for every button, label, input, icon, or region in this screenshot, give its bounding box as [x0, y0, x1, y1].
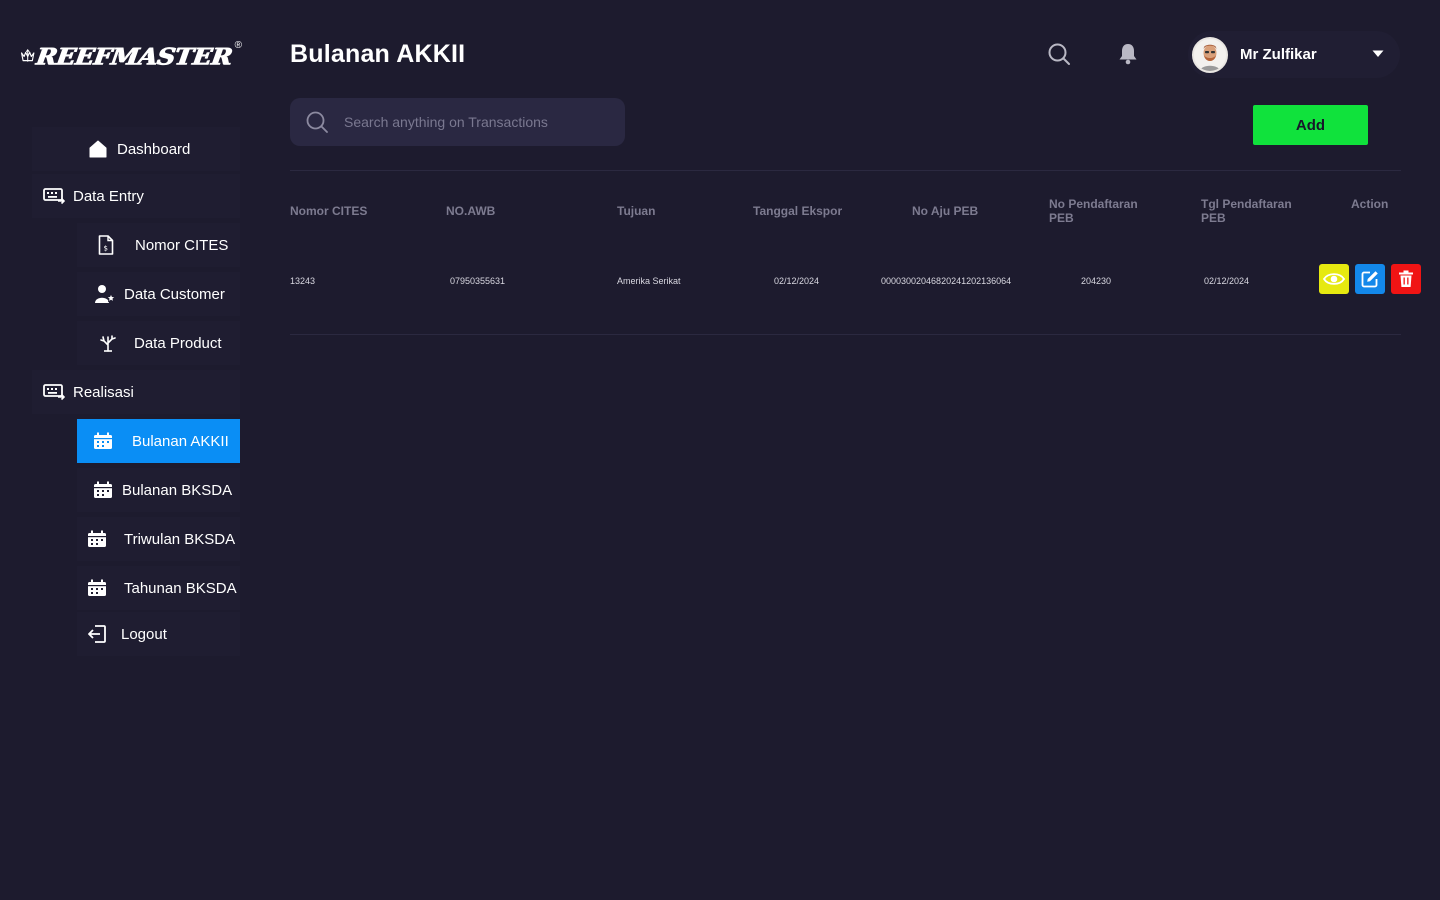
- brand-name: REEFMASTER: [35, 42, 235, 70]
- sidebar-item-label: Dashboard: [117, 140, 191, 158]
- keyboard-icon: [43, 185, 65, 207]
- sidebar-item-data-entry[interactable]: Data Entry: [32, 174, 240, 218]
- sidebar-item-data-customer[interactable]: Data Customer: [77, 272, 240, 316]
- edit-button[interactable]: [1355, 264, 1385, 294]
- user-star-icon: [94, 283, 116, 305]
- bell-icon: [1119, 44, 1137, 65]
- brand-logo[interactable]: REEFMASTER ®: [20, 38, 242, 74]
- table-top-divider: [290, 170, 1401, 171]
- cell-no-aju-peb: 000030020468202412021360​64: [881, 276, 1012, 286]
- chevron-down-icon: [1372, 50, 1384, 57]
- page-title: Bulanan AKKII: [290, 40, 466, 68]
- column-header-nomor-cites: Nomor CITES: [290, 204, 368, 218]
- search-icon: [306, 111, 328, 133]
- search-input[interactable]: [344, 114, 604, 130]
- cell-nomor-cites: 13243: [290, 276, 316, 286]
- sidebar-item-label: Triwulan BKSDA: [124, 530, 236, 548]
- brand-registered-mark: ®: [234, 40, 242, 51]
- column-header-no-aju-peb: No Aju PEB: [912, 204, 979, 218]
- cell-no-awb: 07950355631: [450, 276, 506, 286]
- sidebar-item-label: Bulanan BKSDA: [122, 481, 233, 499]
- column-header-tujuan: Tujuan: [617, 204, 656, 218]
- cell-tgl-pendaftaran-peb: 02/12/2024: [1204, 276, 1250, 286]
- sidebar-item-label: Nomor CITES: [135, 236, 229, 254]
- cell-tanggal-ekspor: 02/12/2024: [774, 276, 820, 286]
- cell-no-pendaftaran-peb: 204230: [1081, 276, 1112, 286]
- sidebar-item-label: Data Entry: [73, 187, 144, 205]
- sidebar-item-realisasi[interactable]: Realisasi: [32, 370, 240, 414]
- keyboard-icon: [43, 381, 65, 403]
- sidebar-item-label: Tahunan BKSDA: [124, 579, 237, 597]
- sidebar-item-label: Data Product: [134, 334, 222, 352]
- search-icon: [1048, 43, 1070, 65]
- svg-text:$: $: [104, 245, 108, 253]
- trash-icon: [1399, 270, 1413, 287]
- calendar-icon: [86, 528, 108, 550]
- calendar-icon: [92, 479, 114, 501]
- delete-button[interactable]: [1391, 264, 1421, 294]
- user-name: Mr Zulfikar: [1240, 46, 1317, 63]
- user-portrait-icon: [1194, 38, 1226, 71]
- sidebar-item-data-product[interactable]: Data Product: [77, 321, 240, 365]
- sidebar-item-bulanan-akkii[interactable]: Bulanan AKKII: [77, 419, 240, 463]
- edit-icon: [1361, 271, 1378, 288]
- sidebar-item-label: Data Customer: [124, 285, 225, 303]
- eye-icon: [1323, 273, 1345, 285]
- coral-icon: [97, 332, 119, 354]
- app-root: REEFMASTER ® Bulanan AKKII Mr Zulfikar S…: [0, 0, 1440, 900]
- sidebar-item-label: Realisasi: [73, 383, 134, 401]
- home-icon: [87, 138, 109, 160]
- sidebar-item-logout[interactable]: Logout: [77, 612, 240, 656]
- trident-crown-icon: [20, 49, 35, 62]
- column-header-no-awb: NO.AWB: [446, 204, 496, 218]
- avatar: [1192, 36, 1228, 73]
- header-search-button[interactable]: [1045, 40, 1073, 68]
- user-menu[interactable]: Mr Zulfikar: [1188, 31, 1400, 78]
- sidebar-item-tahunan-bksda[interactable]: Tahunan BKSDA: [77, 566, 240, 610]
- logout-icon: [86, 623, 108, 645]
- search-bar: [290, 98, 625, 146]
- sidebar-item-triwulan-bksda[interactable]: Triwulan BKSDA: [77, 517, 240, 561]
- column-header-tanggal-ekspor: Tanggal Ekspor: [753, 204, 843, 218]
- table-bottom-divider: [290, 334, 1401, 335]
- sidebar-item-label: Logout: [121, 625, 167, 643]
- sidebar-item-dashboard[interactable]: Dashboard: [32, 127, 240, 171]
- column-header-tgl-pendaftaran-peb: Tgl Pendaftaran PEB: [1201, 197, 1292, 225]
- document-icon: $: [95, 234, 117, 256]
- sidebar-item-nomor-cites[interactable]: $ Nomor CITES: [77, 223, 240, 267]
- sidebar-item-bulanan-bksda[interactable]: Bulanan BKSDA: [77, 468, 240, 512]
- sidebar-item-label: Bulanan AKKII: [132, 432, 229, 450]
- cell-tujuan: Amerika Serikat: [617, 276, 681, 286]
- column-header-action: Action: [1351, 197, 1389, 211]
- notifications-button[interactable]: [1114, 40, 1142, 68]
- column-header-no-pendaftaran-peb: No Pendaftaran PEB: [1049, 197, 1138, 225]
- add-button[interactable]: Add: [1253, 105, 1368, 145]
- calendar-icon: [92, 430, 114, 452]
- view-button[interactable]: [1319, 264, 1349, 294]
- calendar-icon: [86, 577, 108, 599]
